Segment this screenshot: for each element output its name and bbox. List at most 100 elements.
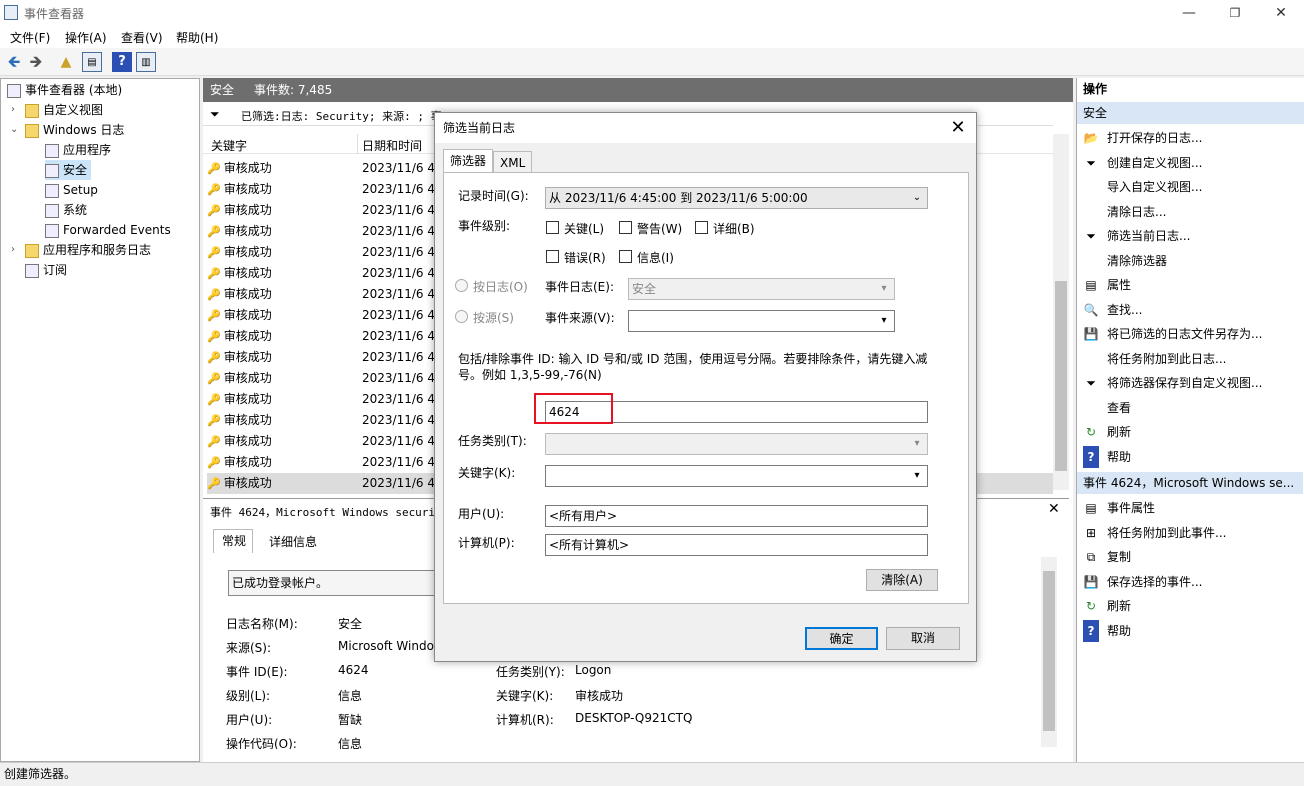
action-item[interactable]: 查看 — [1083, 397, 1131, 419]
tab-details[interactable]: 详细信息 — [263, 531, 317, 553]
minimize-button[interactable]: — — [1166, 0, 1212, 26]
forward-arrow-icon[interactable]: 🡺 — [26, 52, 46, 72]
action-item[interactable]: ⏷ 将筛选器保存到自定义视图... — [1083, 372, 1262, 394]
chevron-right-icon[interactable]: › — [11, 104, 21, 115]
dialog-close-icon[interactable]: ✕ — [943, 113, 973, 143]
cancel-button[interactable]: 取消 — [886, 627, 960, 650]
scroll-thumb[interactable] — [1043, 571, 1055, 731]
maximize-button[interactable]: ❐ — [1212, 0, 1258, 26]
task-icon: ⊞ — [1085, 525, 1097, 540]
tree-item-subscriptions[interactable]: 订阅 — [25, 260, 67, 280]
action-item[interactable]: 清除日志... — [1083, 201, 1166, 223]
tree-item-app-service-logs[interactable]: 应用程序和服务日志 — [25, 240, 151, 260]
tree-item-application[interactable]: 应用程序 — [45, 140, 111, 160]
action-item[interactable]: ↻ 刷新 — [1083, 421, 1131, 443]
task-category-label: 任务类别(Y): — [496, 665, 565, 679]
event-logs-dropdown[interactable]: 安全 ▾ — [628, 278, 895, 300]
action-item[interactable]: ▤ 事件属性 — [1083, 497, 1155, 519]
event-list-scrollbar[interactable] — [1053, 134, 1069, 490]
user-input[interactable]: <所有用户> — [545, 505, 928, 527]
dialog-title: 筛选当前日志 — [435, 113, 976, 143]
action-item[interactable]: 导入自定义视图... — [1083, 176, 1202, 198]
menu-file[interactable]: 文件(F) — [10, 29, 50, 46]
help-icon: ? — [1083, 619, 1099, 642]
level-verbose-label: 详细(B) — [713, 222, 755, 236]
action-item[interactable]: ⏷ 筛选当前日志... — [1083, 225, 1190, 247]
tree-item-event-viewer-local[interactable]: 事件查看器 (本地) — [7, 80, 122, 100]
close-detail-icon[interactable]: ✕ — [1048, 501, 1060, 517]
tab-general[interactable]: 常规 — [213, 529, 253, 553]
tree-item-setup[interactable]: Setup — [45, 180, 98, 200]
column-datetime[interactable]: 日期和时间 — [362, 137, 422, 154]
action-item[interactable]: ⏷ 创建自定义视图... — [1083, 152, 1202, 174]
action-item[interactable]: ↻ 刷新 — [1083, 595, 1131, 617]
tree-item-windows-logs[interactable]: Windows 日志 — [25, 120, 124, 140]
show-action-pane-icon[interactable]: ▥ — [136, 52, 156, 72]
event-datetime: 2023/11/6 4: — [362, 182, 440, 196]
action-item[interactable]: 💾 将已筛选的日志文件另存为... — [1083, 323, 1263, 345]
level-verbose-checkbox[interactable] — [695, 221, 708, 234]
detail-scrollbar[interactable] — [1041, 557, 1057, 747]
action-item[interactable]: 清除筛选器 — [1083, 250, 1167, 272]
back-arrow-icon[interactable]: 🡸 — [4, 52, 24, 72]
by-source-radio[interactable] — [455, 310, 468, 323]
opcode-value: 信息 — [338, 737, 363, 749]
event-sources-dropdown[interactable]: ▾ — [628, 310, 895, 332]
filter-icon: ⏷ — [1086, 155, 1096, 170]
event-count: 事件数: 7,485 — [254, 83, 333, 97]
action-item[interactable]: 📂 打开保存的日志... — [1083, 127, 1203, 149]
tree-item-system[interactable]: 系统 — [45, 200, 87, 220]
task-category-dropdown[interactable]: ▾ — [545, 433, 928, 455]
tree-item-custom-views[interactable]: 自定义视图 — [25, 100, 103, 120]
action-label: 创建自定义视图... — [1107, 155, 1203, 170]
menu-action[interactable]: 操作(A) — [65, 29, 107, 46]
help-icon[interactable]: ? — [112, 52, 132, 72]
actions-section-event[interactable]: 事件 4624，Microsoft Windows se... — [1077, 472, 1303, 494]
action-item[interactable]: ▤ 属性 — [1083, 274, 1131, 296]
tree-item-security[interactable]: 安全 — [45, 160, 92, 180]
action-item[interactable]: 将任务附加到此日志... — [1083, 348, 1226, 370]
level-error-checkbox[interactable] — [546, 250, 559, 263]
chevron-down-icon[interactable]: ⌄ — [10, 124, 20, 135]
action-label: 将任务附加到此日志... — [1107, 351, 1227, 366]
actions-section-security[interactable]: 安全 — [1077, 102, 1304, 124]
menu-view[interactable]: 查看(V) — [121, 29, 163, 46]
task-category-label: 任务类别(T): — [458, 434, 527, 448]
audit-success-label: 审核成功 — [207, 263, 272, 284]
level-warning-checkbox[interactable] — [619, 221, 632, 234]
audit-success-label: 审核成功 — [207, 431, 272, 452]
action-item[interactable]: ⊞ 将任务附加到此事件... — [1083, 522, 1226, 544]
column-keyword[interactable]: 关键字 — [211, 137, 247, 154]
menu-help[interactable]: 帮助(H) — [176, 29, 218, 46]
logged-dropdown[interactable]: 从 2023/11/6 4:45:00 到 2023/11/6 5:00:00 … — [545, 187, 928, 209]
scroll-thumb[interactable] — [1055, 281, 1067, 471]
tree-item-forwarded-events[interactable]: Forwarded Events — [45, 220, 171, 240]
level-critical-checkbox[interactable] — [546, 221, 559, 234]
filter-dialog: 筛选当前日志 ✕ 筛选器 XML 记录时间(G): 从 2023/11/6 4:… — [434, 112, 977, 662]
action-item[interactable]: ? 帮助 — [1083, 445, 1131, 468]
show-tree-icon[interactable]: ▤ — [82, 52, 102, 72]
chevron-right-icon[interactable]: › — [11, 244, 21, 255]
event-description: 已成功登录帐户。 — [228, 570, 438, 596]
find-icon: 🔍 — [1083, 302, 1099, 317]
action-item[interactable]: 🔍 查找... — [1083, 299, 1143, 321]
up-folder-icon[interactable]: ▲ — [56, 52, 76, 72]
tab-xml[interactable]: XML — [493, 151, 533, 173]
action-item[interactable]: 💾 保存选择的事件... — [1083, 571, 1203, 593]
tab-filter[interactable]: 筛选器 — [443, 149, 494, 173]
clear-button[interactable]: 清除(A) — [866, 569, 938, 591]
audit-success-label: 审核成功 — [207, 326, 272, 347]
close-window-button[interactable]: ✕ — [1258, 0, 1304, 26]
by-log-radio[interactable] — [455, 279, 468, 292]
audit-success-label: 审核成功 — [207, 179, 272, 200]
action-item[interactable]: ⧉ 复制 — [1083, 546, 1131, 568]
folder-icon — [25, 123, 39, 138]
action-item[interactable]: ? 帮助 — [1083, 619, 1131, 642]
action-label: 保存选择的事件... — [1107, 574, 1203, 589]
computer-input[interactable]: <所有计算机> — [545, 534, 928, 556]
keywords-dropdown[interactable]: ▾ — [545, 465, 928, 487]
ok-button[interactable]: 确定 — [805, 627, 878, 650]
level-info-checkbox[interactable] — [619, 250, 632, 263]
highlight-box — [534, 393, 613, 424]
action-label: 打开保存的日志... — [1107, 131, 1203, 145]
